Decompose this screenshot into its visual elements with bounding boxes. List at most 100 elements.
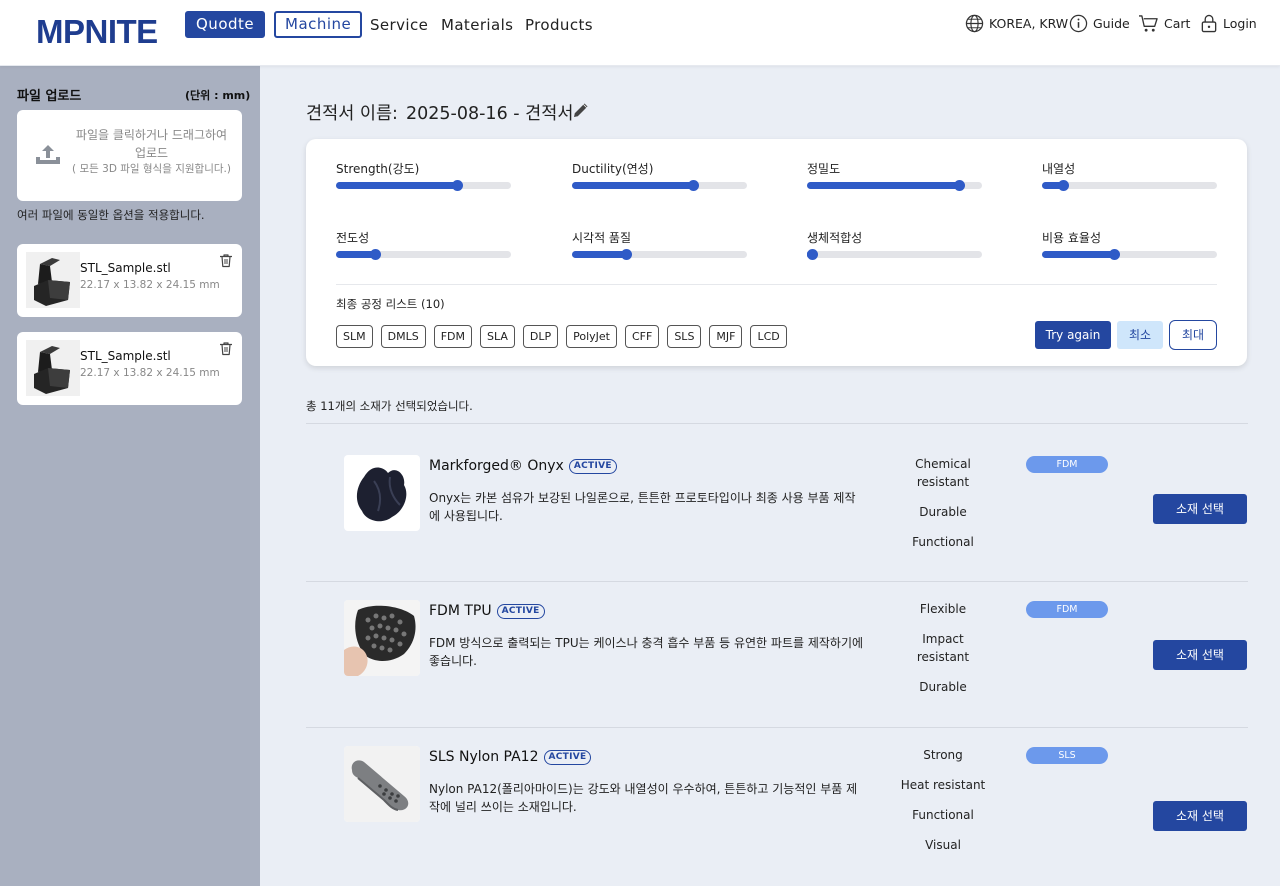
process-tag: FDM [1026, 456, 1108, 473]
process-chip[interactable]: FDM [433, 325, 472, 348]
process-chip[interactable]: LCD [750, 325, 787, 348]
slider-ductility[interactable]: Ductility(연성) [572, 160, 747, 191]
try-again-button[interactable]: Try again [1035, 321, 1111, 349]
process-chip[interactable]: SLA [479, 325, 515, 348]
material-description: Nylon PA12(폴리아마이드)는 강도와 내열성이 우수하여, 튼튼하고 … [429, 782, 858, 814]
machine-button[interactable]: Machine [274, 11, 363, 38]
slider-fill [336, 182, 457, 189]
slider-knob[interactable] [621, 249, 633, 260]
min-button[interactable]: 최소 [1117, 321, 1163, 349]
region-selector[interactable]: KOREA, KRW [965, 14, 1068, 33]
trash-icon[interactable] [219, 253, 233, 268]
upload-title: 파일 업로드 [17, 89, 82, 104]
material-image [344, 746, 420, 822]
cart-icon [1139, 15, 1158, 32]
process-chip[interactable]: SLM [336, 325, 373, 348]
material-description: FDM 방식으로 출력되는 TPU는 케이스나 충격 흡수 부품 등 유연한 파… [429, 636, 864, 668]
apply-note: 여러 파일에 동일한 옵션을 적용합니다. [17, 208, 205, 222]
options-panel: Strength(강도) Ductility(연성) 정밀도 내열성 전도성 시… [306, 139, 1247, 366]
slider-track[interactable] [1042, 249, 1217, 260]
property: Durable [919, 505, 967, 519]
main-content: 견적서 이름: 2025-08-16 - 견적서 Strength(강도) Du… [260, 66, 1280, 886]
upload-dropzone[interactable]: 파일을 클릭하거나 드래그하여 업로드 ( 모든 3D 파일 형식을 지원합니다… [17, 110, 242, 201]
trash-icon[interactable] [219, 341, 233, 356]
guide-link[interactable]: Guide [1069, 14, 1130, 33]
slider-track[interactable] [572, 180, 747, 191]
unit-label: (단위 : mm) [185, 89, 251, 102]
selected-count: 총 11개의 소재가 선택되었습니다. [306, 399, 473, 413]
nav-materials[interactable]: Materials [441, 16, 513, 34]
upload-instructions: 파일을 클릭하거나 드래그하여 업로드 ( 모든 3D 파일 형식을 지원합니다… [69, 126, 234, 177]
cart-label: Cart [1164, 16, 1191, 31]
property: Chemical resistant [915, 457, 971, 489]
slider-knob[interactable] [687, 180, 699, 191]
process-chip[interactable]: CFF [624, 325, 660, 348]
slider-knob[interactable] [807, 249, 819, 260]
cart-link[interactable]: Cart [1138, 14, 1190, 33]
property: Strong [923, 748, 963, 762]
slider-cost-efficiency[interactable]: 비용 효율성 [1042, 229, 1217, 260]
nav-service[interactable]: Service [370, 16, 428, 34]
slider-track[interactable] [336, 249, 511, 260]
slider-label: 전도성 [336, 231, 370, 245]
file-name: STL_Sample.stl [80, 261, 171, 275]
slider-label: Strength(강도) [336, 162, 420, 176]
material-image [344, 455, 420, 531]
process-chip[interactable]: DMLS [380, 325, 426, 348]
quote-name: 2025-08-16 - 견적서 [406, 104, 574, 124]
process-tag: SLS [1026, 747, 1108, 764]
slider-knob[interactable] [1058, 180, 1069, 191]
slider-strength[interactable]: Strength(강도) [336, 160, 511, 191]
nav-products[interactable]: Products [525, 16, 593, 34]
slider-knob[interactable] [1108, 249, 1120, 260]
slider-fill [1042, 251, 1114, 258]
process-chip[interactable]: SLS [667, 325, 702, 348]
pencil-icon[interactable] [572, 101, 590, 119]
slider-knob[interactable] [369, 249, 381, 260]
slider-fill [807, 182, 960, 189]
property: Impact resistant [916, 632, 970, 664]
slider-track[interactable] [807, 249, 982, 260]
slider-track[interactable] [807, 180, 982, 191]
process-chip[interactable]: PolyJet [566, 325, 617, 348]
file-card[interactable]: STL_Sample.stl 22.17 x 13.82 x 24.15 mm [17, 332, 242, 405]
status-badge: ACTIVE [543, 749, 592, 765]
file-card[interactable]: STL_Sample.stl 22.17 x 13.82 x 24.15 mm [17, 244, 242, 317]
property: Visual [925, 838, 961, 852]
info-icon [1069, 14, 1088, 33]
upload-icon [36, 145, 60, 164]
guide-label: Guide [1093, 16, 1130, 31]
slider-knob[interactable] [954, 180, 966, 191]
select-material-button[interactable]: 소재 선택 [1153, 494, 1247, 524]
property: Functional [912, 535, 974, 549]
process-chip[interactable]: DLP [522, 325, 559, 348]
material-image [344, 600, 420, 676]
slider-biocompatibility[interactable]: 생체적합성 [807, 229, 982, 260]
max-button[interactable]: 최대 [1169, 320, 1217, 350]
slider-track[interactable] [1042, 180, 1217, 191]
property: Flexible [919, 602, 967, 616]
login-link[interactable]: Login [1200, 14, 1257, 33]
slider-knob[interactable] [451, 180, 463, 191]
logo[interactable]: MPNITE [36, 13, 158, 51]
lock-icon [1201, 14, 1217, 33]
slider-precision[interactable]: 정밀도 [807, 160, 982, 191]
slider-label: 내열성 [1042, 162, 1076, 176]
region-label: KOREA, KRW [989, 16, 1069, 31]
slider-fill [336, 251, 375, 258]
slider-track[interactable] [572, 249, 747, 260]
process-chip[interactable]: MJF [709, 325, 743, 348]
select-material-button[interactable]: 소재 선택 [1153, 801, 1247, 831]
slider-fill [572, 251, 627, 258]
slider-track[interactable] [336, 180, 511, 191]
slider-visual-quality[interactable]: 시각적 품질 [572, 229, 747, 260]
slider-label: Ductility(연성) [572, 162, 654, 176]
slider-conductivity[interactable]: 전도성 [336, 229, 511, 260]
file-sidebar: 파일 업로드 (단위 : mm) 파일을 클릭하거나 드래그하여 업로드 ( 모… [0, 66, 260, 886]
quote-button[interactable]: Quodte [185, 11, 266, 38]
material-description: Onyx는 카본 섬유가 보강된 나일론으로, 튼튼한 프로토타입이나 최종 사… [429, 491, 856, 523]
slider-heat-resistance[interactable]: 내열성 [1042, 160, 1217, 191]
slider-label: 정밀도 [807, 162, 841, 176]
status-badge: ACTIVE [568, 458, 617, 474]
select-material-button[interactable]: 소재 선택 [1153, 640, 1247, 670]
